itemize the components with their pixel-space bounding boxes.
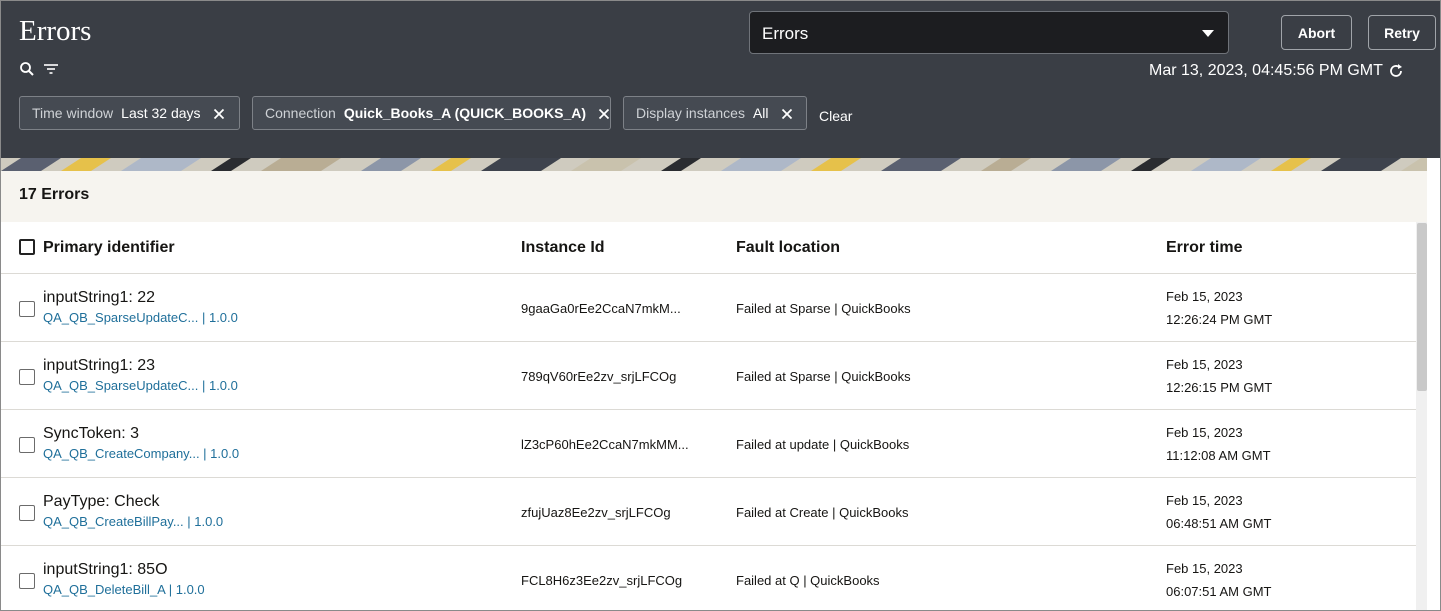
primary-identifier: inputString1: 22	[43, 289, 156, 306]
errors-table: Primary identifier Instance Id Fault loc…	[1, 222, 1416, 610]
filter-chip-value: All	[752, 105, 769, 121]
retry-button[interactable]: Retry	[1368, 15, 1436, 50]
primary-identifier: inputString1: 23	[43, 357, 156, 374]
close-icon[interactable]	[781, 107, 793, 120]
error-time: 12:26:24 PM GMT	[1166, 312, 1273, 327]
table-row[interactable]: inputString1: 22 QA_QB_SparseUpdateC... …	[1, 274, 1416, 342]
error-date: Feb 15, 2023	[1166, 357, 1243, 372]
instance-id: FCL8H6z3Ee2zv_srjLFCOg	[521, 573, 683, 588]
errors-page: Errors Errors Abort Retry Mar 13, 2023, …	[0, 0, 1441, 611]
view-select[interactable]: Errors	[749, 11, 1229, 54]
filter-chip-key: Time window	[32, 105, 114, 121]
filter-chip-time-window[interactable]: Time window Last 32 days	[19, 96, 240, 130]
row-checkbox[interactable]	[19, 369, 35, 385]
banner-pattern	[1, 158, 1427, 171]
fault-location: Failed at update | QuickBooks	[736, 437, 910, 452]
filter-chip-value: Last 32 days	[121, 105, 201, 121]
primary-identifier: inputString1: 85O	[43, 561, 168, 578]
integration-link[interactable]: QA_QB_DeleteBill_A | 1.0.0	[43, 582, 205, 597]
column-header-error-time[interactable]: Error time	[1166, 239, 1242, 257]
integration-link[interactable]: QA_QB_SparseUpdateC... | 1.0.0	[43, 378, 238, 393]
row-checkbox[interactable]	[19, 301, 35, 317]
integration-link[interactable]: QA_QB_SparseUpdateC... | 1.0.0	[43, 310, 238, 325]
abort-button[interactable]: Abort	[1281, 15, 1352, 50]
select-all-checkbox[interactable]	[19, 239, 35, 255]
primary-identifier: PayType: Check	[43, 493, 160, 510]
decorative-banner	[1, 158, 1427, 171]
refresh-icon[interactable]	[1387, 62, 1405, 80]
error-time: 06:07:51 AM GMT	[1166, 584, 1272, 599]
row-checkbox[interactable]	[19, 437, 35, 453]
close-icon[interactable]	[213, 107, 225, 120]
table-row[interactable]: PayType: Check QA_QB_CreateBillPay... | …	[1, 478, 1416, 546]
fault-location: Failed at Sparse | QuickBooks	[736, 369, 911, 384]
error-time: 11:12:08 AM GMT	[1166, 448, 1271, 463]
row-checkbox[interactable]	[19, 505, 35, 521]
filter-chip-display-instances[interactable]: Display instances All	[623, 96, 807, 130]
page-title: Errors	[19, 15, 92, 47]
table-row[interactable]: inputString1: 85O QA_QB_DeleteBill_A | 1…	[1, 546, 1416, 610]
error-time: 12:26:15 PM GMT	[1166, 380, 1273, 395]
table-scrollbar-thumb[interactable]	[1417, 223, 1427, 391]
primary-identifier: SyncToken: 3	[43, 425, 140, 442]
page-header: Errors Errors Abort Retry Mar 13, 2023, …	[1, 1, 1440, 158]
fault-location: Failed at Q | QuickBooks	[736, 573, 880, 588]
clear-filters-link[interactable]: Clear	[819, 108, 852, 124]
error-date: Feb 15, 2023	[1166, 425, 1243, 440]
search-icon[interactable]	[19, 61, 35, 77]
last-refreshed-timestamp: Mar 13, 2023, 04:45:56 PM GMT	[1149, 62, 1383, 79]
error-count: 17 Errors	[19, 186, 90, 203]
instance-id: 9gaaGa0rEe2CcaN7mkM...	[521, 301, 681, 316]
column-header-instance-id[interactable]: Instance Id	[521, 239, 605, 257]
fault-location: Failed at Create | QuickBooks	[736, 505, 909, 520]
table-row[interactable]: inputString1: 23 QA_QB_SparseUpdateC... …	[1, 342, 1416, 410]
view-select-value: Errors	[762, 24, 809, 43]
column-header-fault-location[interactable]: Fault location	[736, 239, 840, 257]
filter-chip-value: Quick_Books_A (QUICK_BOOKS_A)	[343, 105, 587, 121]
table-header: Primary identifier Instance Id Fault loc…	[1, 222, 1416, 274]
filter-icon[interactable]	[43, 61, 59, 77]
filter-chip-key: Display instances	[636, 105, 745, 121]
chevron-down-icon	[1202, 30, 1214, 37]
row-checkbox[interactable]	[19, 573, 35, 589]
instance-id: 789qV60rEe2zv_srjLFCOg	[521, 369, 677, 384]
table-row[interactable]: SyncToken: 3 QA_QB_CreateCompany... | 1.…	[1, 410, 1416, 478]
filter-chip-connection[interactable]: Connection Quick_Books_A (QUICK_BOOKS_A)	[252, 96, 611, 130]
integration-link[interactable]: QA_QB_CreateCompany... | 1.0.0	[43, 446, 239, 461]
instance-id: lZ3cP60hEe2CcaN7mkMM...	[521, 437, 689, 452]
close-icon[interactable]	[598, 107, 610, 120]
error-date: Feb 15, 2023	[1166, 493, 1243, 508]
column-header-primary-identifier[interactable]: Primary identifier	[43, 239, 175, 257]
fault-location: Failed at Sparse | QuickBooks	[736, 301, 911, 316]
error-time: 06:48:51 AM GMT	[1166, 516, 1272, 531]
results-summary-bar: 17 Errors	[1, 171, 1427, 222]
instance-id: zfujUaz8Ee2zv_srjLFCOg	[521, 505, 671, 520]
integration-link[interactable]: QA_QB_CreateBillPay... | 1.0.0	[43, 514, 223, 529]
filter-chip-key: Connection	[265, 105, 336, 121]
header-tools	[19, 61, 59, 77]
error-date: Feb 15, 2023	[1166, 561, 1243, 576]
error-date: Feb 15, 2023	[1166, 289, 1243, 304]
